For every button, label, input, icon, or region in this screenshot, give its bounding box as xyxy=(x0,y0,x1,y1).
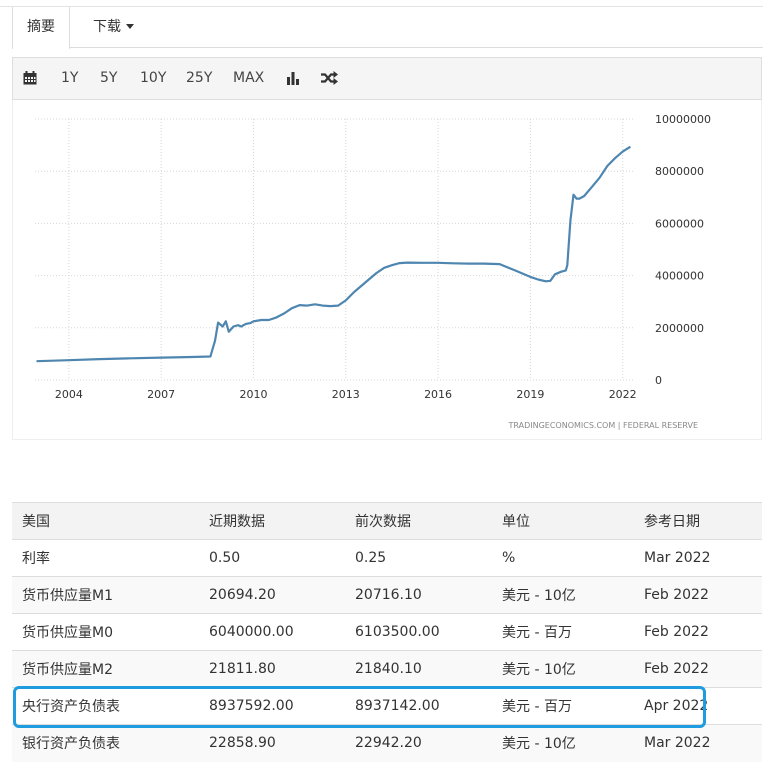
indicator-name[interactable]: 央行资产负债表 xyxy=(12,687,199,725)
unit: 美元 - 百万 xyxy=(492,687,634,725)
series-line xyxy=(36,145,631,363)
y-tick-label: 2000000 xyxy=(655,322,704,335)
table-header-row: 美国 近期数据 前次数据 单位 参考日期 xyxy=(12,502,762,540)
indicator-name[interactable]: 货币供应量M2 xyxy=(12,650,199,688)
header-previous[interactable]: 前次数据 xyxy=(345,502,492,540)
previous-value: 8937142.00 xyxy=(345,687,492,725)
indicator-name[interactable]: 利率 xyxy=(12,539,199,577)
latest-value: 0.50 xyxy=(199,539,345,577)
chart-toolbar: 1Y 5Y 10Y 25Y MAX xyxy=(12,57,762,100)
bar-chart-icon xyxy=(287,72,299,85)
shuffle-icon xyxy=(321,71,338,85)
tab-download[interactable]: 下载 xyxy=(79,7,148,48)
x-tick-label: 2022 xyxy=(609,388,637,401)
latest-value: 8937592.00 xyxy=(199,687,345,725)
unit: % xyxy=(492,539,634,577)
header-latest[interactable]: 近期数据 xyxy=(199,502,345,540)
x-tick-label: 2004 xyxy=(55,388,83,401)
reference-date: Feb 2022 xyxy=(634,650,762,688)
y-tick-label: 0 xyxy=(655,374,662,387)
compare-button[interactable] xyxy=(321,58,339,99)
table-row: 银行资产负债表 22858.90 22942.20 美元 - 10亿 Mar 2022 xyxy=(12,724,762,762)
x-tick-label: 2016 xyxy=(424,388,452,401)
tab-bar: 摘要 下载 xyxy=(12,7,763,49)
reference-date: Mar 2022 xyxy=(634,724,762,762)
table-row: 货币供应量M0 6040000.00 6103500.00 美元 - 百万 Feb 20… xyxy=(12,613,762,651)
latest-value: 20694.20 xyxy=(199,576,345,614)
y-tick-label: 8000000 xyxy=(655,165,704,178)
y-tick-label: 10000000 xyxy=(655,113,711,126)
y-tick-label: 4000000 xyxy=(655,270,704,283)
chart-area: 0 2000000 4000000 6000000 8000000 10000000 200… xyxy=(12,100,762,440)
range-5y-button[interactable]: 5Y xyxy=(100,58,117,99)
reference-date: Apr 2022 xyxy=(634,687,762,725)
indicator-name[interactable]: 货币供应量M0 xyxy=(12,613,199,651)
unit: 美元 - 10亿 xyxy=(492,576,634,614)
indicator-name[interactable]: 银行资产负债表 xyxy=(12,724,199,762)
previous-value: 22942.20 xyxy=(345,724,492,762)
header-date[interactable]: 参考日期 xyxy=(634,502,762,540)
table-row: 货币供应量M2 21811.80 21840.10 美元 - 10亿 Feb 2022 xyxy=(12,650,762,688)
previous-value: 6103500.00 xyxy=(345,613,492,651)
previous-value: 0.25 xyxy=(345,539,492,577)
unit: 美元 - 百万 xyxy=(492,613,634,651)
x-tick-label: 2010 xyxy=(239,388,267,401)
reference-date: Feb 2022 xyxy=(634,613,762,651)
previous-value: 21840.10 xyxy=(345,650,492,688)
latest-value: 21811.80 xyxy=(199,650,345,688)
previous-value: 20716.10 xyxy=(345,576,492,614)
range-1y-button[interactable]: 1Y xyxy=(61,58,78,99)
table-row: 货币供应量M1 20694.20 20716.10 美元 - 10亿 Feb 2022 xyxy=(12,576,762,614)
unit: 美元 - 10亿 xyxy=(492,650,634,688)
latest-value: 6040000.00 xyxy=(199,613,345,651)
calendar-icon xyxy=(23,71,37,85)
y-tick-label: 6000000 xyxy=(655,217,704,230)
range-25y-button[interactable]: 25Y xyxy=(186,58,212,99)
table-row: 利率 0.50 0.25% Mar 2022 xyxy=(12,539,762,577)
x-tick-label: 2007 xyxy=(147,388,175,401)
range-max-button[interactable]: MAX xyxy=(233,58,264,99)
header-country[interactable]: 美国 xyxy=(12,502,199,540)
indicator-table: 美国 近期数据 前次数据 单位 参考日期 利率 0.50 0.25% Mar 2022… xyxy=(12,502,762,762)
reference-date: Mar 2022 xyxy=(634,539,762,577)
header-unit[interactable]: 单位 xyxy=(492,502,634,540)
unit: 美元 - 10亿 xyxy=(492,724,634,762)
tab-summary[interactable]: 摘要 xyxy=(12,7,70,49)
caret-down-icon xyxy=(126,23,134,29)
latest-value: 22858.90 xyxy=(199,724,345,762)
line-chart: 0 2000000 4000000 6000000 8000000 10000000 200… xyxy=(35,113,711,430)
x-tick-label: 2013 xyxy=(332,388,360,401)
reference-date: Feb 2022 xyxy=(634,576,762,614)
calendar-button[interactable] xyxy=(23,58,39,99)
x-tick-label: 2019 xyxy=(516,388,544,401)
indicator-name[interactable]: 货币供应量M1 xyxy=(12,576,199,614)
chart-type-button[interactable] xyxy=(286,58,302,99)
source-label: TRADINGECONOMICS.COM | FEDERAL RESERVE xyxy=(507,421,698,430)
table-row: 央行资产负债表 8937592.00 8937142.00 美元 - 百万 Apr 20… xyxy=(12,687,762,725)
tab-download-label: 下载 xyxy=(93,19,121,35)
range-10y-button[interactable]: 10Y xyxy=(140,58,166,99)
